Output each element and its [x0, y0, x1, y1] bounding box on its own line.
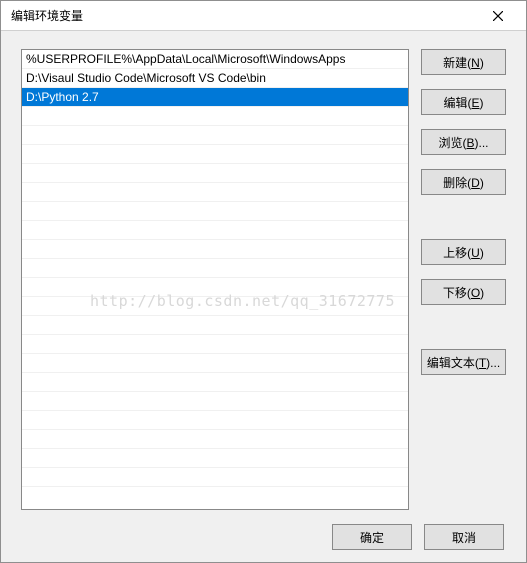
list-item[interactable]: %USERPROFILE%\AppData\Local\Microsoft\Wi… [22, 50, 408, 69]
moveup-button[interactable]: 上移(U) [421, 239, 506, 265]
list-item[interactable] [22, 468, 408, 487]
ok-button[interactable]: 确定 [332, 524, 412, 550]
close-button[interactable] [478, 2, 518, 30]
list-item[interactable] [22, 240, 408, 259]
window-title: 编辑环境变量 [11, 7, 478, 24]
list-item[interactable] [22, 373, 408, 392]
list-item[interactable] [22, 430, 408, 449]
movedown-button[interactable]: 下移(O) [421, 279, 506, 305]
bottom-bar: 确定 取消 [21, 524, 506, 550]
edittext-button[interactable]: 编辑文本(T)... [421, 349, 506, 375]
list-item[interactable] [22, 107, 408, 126]
list-item[interactable] [22, 126, 408, 145]
edit-button[interactable]: 编辑(E) [421, 89, 506, 115]
delete-button[interactable]: 删除(D) [421, 169, 506, 195]
list-item[interactable] [22, 145, 408, 164]
list-item[interactable] [22, 392, 408, 411]
list-item[interactable] [22, 354, 408, 373]
list-item[interactable] [22, 164, 408, 183]
side-buttons: 新建(N) 编辑(E) 浏览(B)... 删除(D) 上移(U) 下移(O) 编… [421, 49, 506, 510]
list-item[interactable] [22, 316, 408, 335]
list-item[interactable] [22, 335, 408, 354]
cancel-button[interactable]: 取消 [424, 524, 504, 550]
browse-button[interactable]: 浏览(B)... [421, 129, 506, 155]
list-item[interactable] [22, 221, 408, 240]
main-area: %USERPROFILE%\AppData\Local\Microsoft\Wi… [21, 49, 506, 510]
list-item[interactable] [22, 411, 408, 430]
dialog-window: 编辑环境变量 %USERPROFILE%\AppData\Local\Micro… [0, 0, 527, 563]
list-item[interactable] [22, 297, 408, 316]
titlebar: 编辑环境变量 [1, 1, 526, 31]
path-listbox[interactable]: %USERPROFILE%\AppData\Local\Microsoft\Wi… [21, 49, 409, 510]
list-item[interactable] [22, 449, 408, 468]
list-item[interactable] [22, 278, 408, 297]
list-item[interactable]: D:\Visaul Studio Code\Microsoft VS Code\… [22, 69, 408, 88]
close-icon [493, 11, 503, 21]
list-item[interactable]: D:\Python 2.7 [22, 88, 408, 107]
list-item[interactable] [22, 259, 408, 278]
list-item[interactable] [22, 183, 408, 202]
new-button[interactable]: 新建(N) [421, 49, 506, 75]
dialog-content: %USERPROFILE%\AppData\Local\Microsoft\Wi… [1, 31, 526, 562]
list-item[interactable] [22, 202, 408, 221]
